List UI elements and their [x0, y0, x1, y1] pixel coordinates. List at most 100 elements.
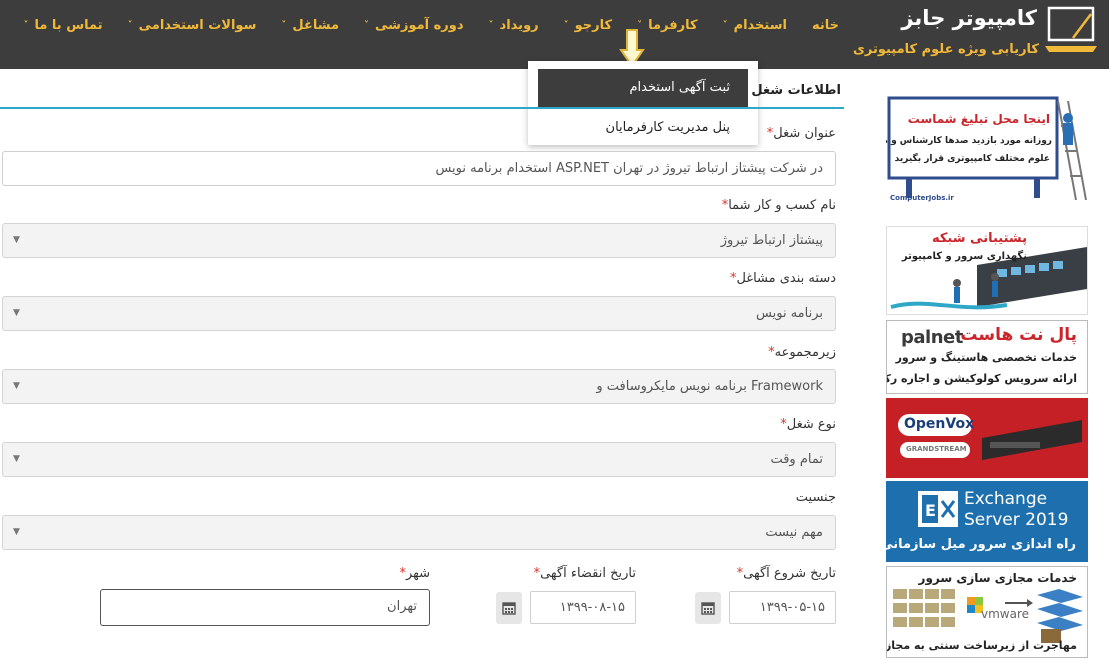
ad-banner-advertise-here[interactable]: اینجا محل تبلیغ شماست روزانه مورد بازدید…	[886, 96, 1088, 206]
chevron-down-icon: ˅	[488, 20, 494, 31]
job-category-label: دسته بندی مشاغل*	[724, 271, 836, 286]
nav-item-jobs[interactable]: مشاغل ˅	[281, 18, 339, 33]
nav-item-label: خانه	[811, 18, 839, 33]
caret-down-icon: ▼	[13, 381, 20, 391]
select-value: تمام وقت	[770, 452, 823, 467]
job-type-label: نوع شغل*	[774, 417, 836, 432]
start-date-input[interactable]: ۱۳۹۹-۰۵-۱۵	[729, 591, 836, 624]
section-title: اطلاعات شغل	[751, 83, 841, 98]
employer-dropdown-menu: ثبت آگهی استخدام پنل مدیریت کارفرمایان	[528, 61, 758, 145]
voip-hardware-illustration	[898, 414, 1082, 460]
ad1-line1: روزانه مورد بازدید صدها کارشناس و مدیر	[886, 136, 1052, 146]
menu-item-post-job-ad[interactable]: ثبت آگهی استخدام	[538, 69, 748, 107]
select-value: برنامه نویس مایکروسافت و Framework	[596, 379, 823, 394]
field-label-text: شهر	[405, 566, 430, 581]
job-type-select[interactable]: تمام وقت ▼	[2, 442, 836, 477]
nav-item-home[interactable]: خانه	[812, 18, 839, 33]
expire-date-input[interactable]: ۱۳۹۹-۰۸-۱۵	[530, 591, 636, 624]
ad1-line2: علوم مختلف کامپیوتری قرار بگیرید	[894, 154, 1050, 164]
nav-item-contact[interactable]: تماس با ما ˅	[23, 18, 102, 33]
field-label-text: نام کسب و کار شما	[728, 198, 836, 213]
expire-date-calendar-button[interactable]	[496, 592, 522, 624]
caret-down-icon: ▼	[13, 454, 20, 464]
chevron-down-icon: ˅	[563, 20, 569, 31]
nav-item-courses[interactable]: دوره آموزشی ˅	[364, 18, 464, 33]
svg-text:E: E	[925, 501, 936, 520]
field-label-text: عنوان شغل	[773, 126, 836, 141]
job-category-select[interactable]: برنامه نویس ▼	[2, 296, 836, 331]
ad6-footer: مهاجرت از زیرساخت سنتی به مجازی	[886, 639, 1077, 652]
expire-date-label: تاریخ انقضاء آگهی*	[528, 566, 636, 581]
nav-item-label: کارجو	[574, 18, 613, 33]
field-label-text: نوع شغل	[786, 417, 836, 432]
menu-item-employer-panel[interactable]: پنل مدیریت کارفرمایان	[538, 109, 748, 147]
ad5-line3: راه اندازی سرور میل سازمانی	[886, 537, 1076, 552]
nav-item-label: سوالات استخدامی	[138, 18, 257, 33]
calendar-icon	[502, 602, 516, 615]
ad-banner-server-virtualization[interactable]: خدمات مجازی سازی سرور vmware مهاجرت از ز…	[886, 566, 1088, 658]
ad-banner-network-support[interactable]: پشتیبانی شبکه نگهداری سرور و کامپیوتر	[886, 226, 1088, 315]
ad-banner-openvox[interactable]: OpenVox GRANDSTREAM	[886, 398, 1088, 478]
site-subtitle: کاریابی ویژه علوم کامپیوتری	[852, 42, 1039, 57]
exchange-logo-icon: E	[918, 491, 958, 527]
ad3-line2: ارائه سرویس کولوکیشن و اجاره رک	[886, 372, 1077, 385]
laptop-logo-icon	[1045, 6, 1097, 52]
ad2-title: پشتیبانی شبکه	[931, 231, 1027, 246]
nav-item-jobseeker[interactable]: کارجو ˅	[564, 18, 612, 33]
ad6-title: خدمات مجازی سازی سرور	[918, 571, 1077, 585]
ad-banner-palnet-host[interactable]: palnet پال نت هاست خدمات تخصصی هاستینگ و…	[886, 320, 1088, 394]
section-divider	[0, 107, 844, 109]
grandstream-logo: GRANDSTREAM	[906, 445, 967, 453]
field-label-text: تاریخ شروع آگهی	[743, 566, 836, 581]
nav-item-employer[interactable]: کارفرما ˅	[637, 18, 697, 33]
ad3-title: پال نت هاست	[960, 325, 1077, 345]
nav-item-label: استخدام	[733, 18, 787, 33]
gender-label: جنسیت	[796, 490, 836, 505]
chevron-down-icon: ˅	[127, 20, 133, 31]
chevron-down-icon: ˅	[281, 20, 287, 31]
ad5-line2: Server 2019	[964, 510, 1069, 530]
subcategory-select[interactable]: برنامه نویس مایکروسافت و Framework ▼	[2, 369, 836, 404]
start-date-label: تاریخ شروع آگهی*	[731, 566, 836, 581]
field-label-text: جنسیت	[795, 490, 836, 505]
palnet-logo: palnet	[901, 327, 963, 348]
site-logo[interactable]: کامپیوتر جابز کاریابی ویژه علوم کامپیوتر…	[852, 0, 1109, 69]
caret-down-icon: ▼	[13, 527, 20, 537]
chevron-down-icon: ˅	[722, 20, 728, 31]
business-name-label: نام کسب و کار شما*	[716, 198, 836, 213]
select-value: برنامه نویس	[756, 306, 823, 321]
main-nav: خانه استخدام ˅ کارفرما ˅ کارجو ˅ رویداد …	[0, 18, 839, 33]
nav-item-hiring[interactable]: استخدام ˅	[723, 18, 787, 33]
openvox-logo: OpenVox	[904, 416, 975, 432]
nav-item-label: دوره آموزشی	[375, 18, 464, 33]
ad1-footer: ComputerJobs.ir	[890, 194, 954, 202]
ad5-line1: Exchange	[964, 489, 1048, 509]
business-name-select[interactable]: پیشتاز ارتباط تیروژ ▼	[2, 223, 836, 258]
nav-item-label: مشاغل	[292, 18, 340, 33]
gender-select[interactable]: مهم نیست ▼	[2, 515, 836, 550]
nav-item-events[interactable]: رویداد ˅	[489, 18, 539, 33]
city-input[interactable]: تهران	[100, 589, 430, 626]
ad1-title: اینجا محل تبلیغ شماست	[907, 112, 1050, 126]
ad2-subtitle: نگهداری سرور و کامپیوتر	[901, 251, 1027, 262]
nav-item-interview-questions[interactable]: سوالات استخدامی ˅	[128, 18, 257, 33]
city-label: شهر*	[393, 566, 430, 581]
job-title-label: عنوان شغل*	[761, 126, 836, 141]
vmware-logo: vmware	[981, 607, 1030, 621]
start-date-calendar-button[interactable]	[695, 592, 721, 624]
select-value: مهم نیست	[765, 525, 823, 540]
select-value: پیشتاز ارتباط تیروژ	[720, 233, 823, 248]
calendar-icon	[701, 602, 715, 615]
nav-item-label: تماس با ما	[34, 18, 103, 33]
ad-banner-exchange-server[interactable]: E Exchange Server 2019 راه اندازی سرور م…	[886, 481, 1088, 562]
caret-down-icon: ▼	[13, 308, 20, 318]
caret-down-icon: ▼	[13, 235, 20, 245]
ad3-line1: خدمات تخصصی هاستینگ و سرور	[895, 351, 1077, 364]
top-header: کامپیوتر جابز کاریابی ویژه علوم کامپیوتر…	[0, 0, 1109, 69]
nav-item-label: کارفرما	[648, 18, 698, 33]
field-label-text: تاریخ انقضاء آگهی	[540, 566, 636, 581]
job-title-input[interactable]: استخدام برنامه نویس ASP.NET در شرکت پیشت…	[2, 151, 836, 186]
nav-item-label: رویداد	[499, 18, 539, 33]
chevron-down-icon: ˅	[364, 20, 370, 31]
subcategory-label: زیرمجموعه*	[762, 345, 836, 360]
